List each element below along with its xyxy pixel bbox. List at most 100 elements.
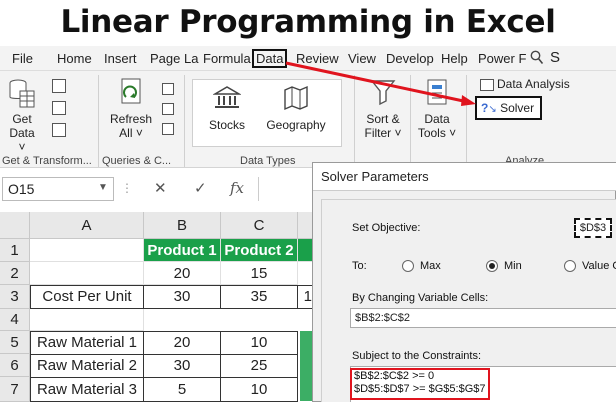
row-header-4[interactable]: 4 xyxy=(0,309,30,331)
cell-a5[interactable]: Raw Material 1 xyxy=(30,331,144,355)
search-icon[interactable] xyxy=(530,50,544,68)
group-data-types: Data Types xyxy=(240,155,296,167)
cell-a4[interactable] xyxy=(30,309,144,331)
tab-home[interactable]: Home xyxy=(57,49,92,68)
divider xyxy=(466,75,467,167)
column-header-c[interactable]: C xyxy=(221,212,298,239)
max-radio[interactable] xyxy=(402,260,414,272)
min-radio[interactable] xyxy=(486,260,498,272)
tab-formulas[interactable]: Formula xyxy=(203,49,251,68)
cell-c5[interactable]: 10 xyxy=(220,331,298,355)
cancel-icon[interactable]: ✕ xyxy=(154,179,167,197)
refresh-sublabel: All ˅ xyxy=(119,126,143,140)
from-web-icon[interactable] xyxy=(52,101,66,115)
objective-input[interactable]: $D$3 xyxy=(574,218,612,238)
value-of-label: Value O xyxy=(582,260,616,272)
tab-page-layout[interactable]: Page La xyxy=(150,49,198,68)
enter-icon[interactable]: ✓ xyxy=(194,179,207,197)
get-data-label: Get xyxy=(12,112,32,126)
group-get-transform: Get & Transform... xyxy=(2,155,92,167)
solver-label: Solver xyxy=(500,101,535,115)
cell-c6[interactable]: 25 xyxy=(220,354,298,378)
select-all-corner[interactable] xyxy=(0,212,30,239)
geography-button[interactable]: Geography xyxy=(262,85,330,132)
cell-b3[interactable]: 30 xyxy=(143,285,221,309)
data-tools-sublabel: Tools ˅ xyxy=(417,126,457,140)
sort-sublabel: Filter ˅ xyxy=(364,126,402,140)
tell-me-input[interactable]: S xyxy=(550,49,560,66)
bank-icon xyxy=(212,86,242,108)
min-label: Min xyxy=(504,260,522,272)
solver-arrow-icon: ↘ xyxy=(488,104,497,115)
formula-input[interactable] xyxy=(258,177,318,201)
queries-icon[interactable] xyxy=(162,83,174,95)
row-header-7[interactable]: 7 xyxy=(0,377,30,402)
sort-filter-button[interactable]: Sort & Filter ˅ xyxy=(360,77,406,140)
cell-a2[interactable] xyxy=(30,262,144,285)
ribbon-tabs: File Home Insert Page La Formula Data Re… xyxy=(0,46,616,70)
tab-help[interactable]: Help xyxy=(441,49,468,68)
cell-b1[interactable]: Product 1 xyxy=(144,239,221,262)
solver-button[interactable]: ?↘ Solver xyxy=(475,96,542,120)
changing-cells-input[interactable]: $B$2:$C$2 xyxy=(350,308,616,328)
refresh-icon xyxy=(121,78,141,104)
cell-a3[interactable]: Cost Per Unit xyxy=(30,285,144,309)
cell-b7[interactable]: 5 xyxy=(143,377,221,402)
from-text-icon[interactable] xyxy=(52,79,66,93)
divider xyxy=(184,75,185,167)
tab-data[interactable]: Data xyxy=(252,49,288,68)
name-box-dropdown-icon[interactable]: ▼ xyxy=(98,182,108,193)
refresh-all-button[interactable]: Refresh All ˅ xyxy=(108,77,154,140)
row-header-1[interactable]: 1 xyxy=(0,239,30,262)
cell-c3[interactable]: 35 xyxy=(220,285,298,309)
page-title: Linear Programming in Excel xyxy=(60,4,556,40)
cell-b5[interactable]: 20 xyxy=(143,331,221,355)
cell-b2[interactable]: 20 xyxy=(144,262,221,285)
properties-icon[interactable] xyxy=(162,103,174,115)
cell-c2[interactable]: 15 xyxy=(221,262,298,285)
tab-insert[interactable]: Insert xyxy=(104,49,137,68)
column-header-b[interactable]: B xyxy=(144,212,221,239)
cell-c1[interactable]: Product 2 xyxy=(221,239,298,262)
tab-view[interactable]: View xyxy=(348,49,376,68)
solver-parameters-dialog: Solver Parameters Set Objective: $D$3 To… xyxy=(312,162,616,402)
set-objective-label: Set Objective: xyxy=(352,222,421,234)
dialog-body: Set Objective: $D$3 To: Max Min Value O … xyxy=(321,199,616,402)
data-tools-button[interactable]: Data Tools ˅ xyxy=(414,77,460,140)
get-data-sublabel: Data ˅ xyxy=(9,126,35,154)
tab-file[interactable]: File xyxy=(12,49,33,68)
tab-power[interactable]: Power F xyxy=(478,49,526,68)
row-header-3[interactable]: 3 xyxy=(0,285,30,309)
cell-a7[interactable]: Raw Material 3 xyxy=(30,377,144,402)
data-analysis-icon xyxy=(480,78,494,91)
fx-icon[interactable]: fx xyxy=(230,179,244,197)
sort-label: Sort & xyxy=(366,112,400,126)
row-header-6[interactable]: 6 xyxy=(0,354,30,377)
tab-developer[interactable]: Develop xyxy=(386,49,434,68)
cell-b6[interactable]: 30 xyxy=(143,354,221,378)
tab-review[interactable]: Review xyxy=(296,49,339,68)
get-data-button[interactable]: Get Data ˅ xyxy=(6,77,38,154)
cell-a6[interactable]: Raw Material 2 xyxy=(30,354,144,378)
refresh-label: Refresh xyxy=(109,112,153,126)
from-table-icon[interactable] xyxy=(52,123,66,137)
edit-links-icon[interactable] xyxy=(162,123,174,135)
cell-a1[interactable] xyxy=(30,239,144,262)
value-of-radio[interactable] xyxy=(564,260,576,272)
cell-c7[interactable]: 10 xyxy=(220,377,298,402)
row-header-5[interactable]: 5 xyxy=(0,331,30,354)
data-analysis-label: Data Analysis xyxy=(497,77,570,91)
to-label: To: xyxy=(352,260,367,272)
row-header-2[interactable]: 2 xyxy=(0,262,30,285)
dialog-title: Solver Parameters xyxy=(313,163,616,191)
max-label: Max xyxy=(420,260,441,272)
constraint-item[interactable]: $B$2:$C$2 >= 0 xyxy=(354,370,434,382)
column-header-a[interactable]: A xyxy=(30,212,144,239)
stocks-button[interactable]: Stocks xyxy=(200,85,254,132)
geography-label: Geography xyxy=(266,118,326,132)
data-analysis-button[interactable]: Data Analysis xyxy=(480,77,576,91)
constraint-item[interactable]: $D$5:$D$7 >= $G$5:$G$7 xyxy=(354,383,485,395)
data-tools-icon xyxy=(427,79,447,105)
database-icon xyxy=(9,79,35,108)
constraints-label: Subject to the Constraints: xyxy=(352,350,482,362)
